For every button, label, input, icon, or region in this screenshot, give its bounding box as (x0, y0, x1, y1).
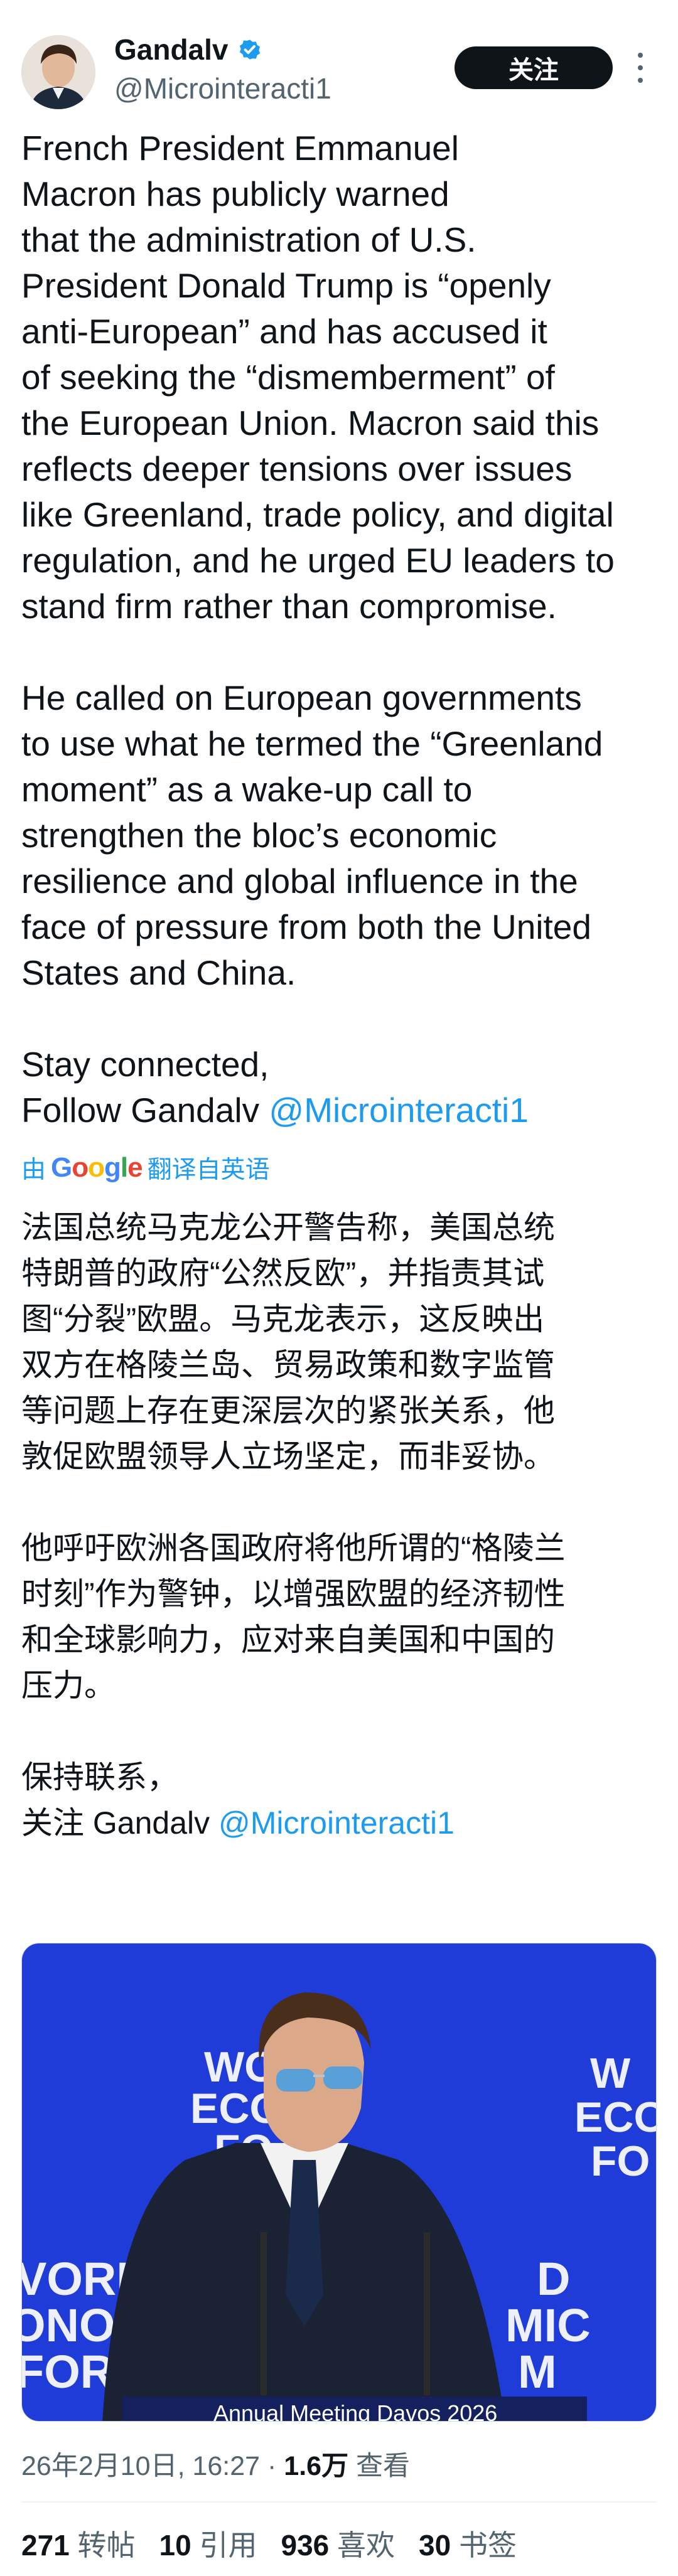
quotes-label: 引用 (199, 2529, 257, 2562)
avatar[interactable] (21, 35, 95, 109)
follow-line: Follow Gandalv @Microinteracti1 (21, 1088, 662, 1133)
zh-line: 敦促欧盟领导人立场坚定，而非妥协。 (21, 1439, 555, 1474)
tweet-paragraph-1: French President Emmanuel Macron has pub… (21, 129, 615, 626)
verified-badge-icon (239, 40, 260, 60)
zh-line: 图“分裂”欧盟。马克龙表示，这反映出 (21, 1301, 545, 1337)
google-logo: Google (51, 1152, 143, 1183)
avatar-image (21, 35, 95, 109)
quotes-stat[interactable]: 10 引用 (159, 2523, 257, 2564)
engagement-stats: 271 转帖 10 引用 936 喜欢 30 书签 (21, 2523, 517, 2564)
zh-line: 等问题上存在更深层次的紧张关系，他 (21, 1393, 555, 1428)
zh-stay-connected: 保持联系， (21, 1760, 178, 1795)
views-label: 查看 (348, 2451, 411, 2481)
follow-prefix: Follow Gandalv (21, 1091, 269, 1130)
zh-line: 特朗普的政府“公然反欧”，并指责其试 (21, 1256, 545, 1291)
more-options-icon[interactable] (634, 53, 647, 83)
svg-text:D: D (537, 2253, 570, 2305)
user-name[interactable]: Gandalv (114, 33, 229, 67)
zh-follow-prefix: 关注 Gandalv (21, 1805, 219, 1841)
translate-source-label: 翻译自英语 (147, 1157, 270, 1184)
svg-text:M: M (518, 2346, 557, 2398)
svg-text:FO: FO (591, 2137, 650, 2185)
zh-follow-line: 关注 Gandalv @Microinteracti1 (21, 1800, 662, 1846)
follow-button[interactable]: 关注 (455, 46, 613, 89)
translate-by-label: 由 (21, 1157, 46, 1184)
svg-text:MIC: MIC (505, 2299, 591, 2351)
bookmarks-count: 30 (419, 2529, 451, 2562)
bookmarks-stat[interactable]: 30 书签 (419, 2523, 517, 2564)
retweets-label: 转帖 (77, 2529, 136, 2562)
tweet-header: Gandalv @Microinteracti1 关注 (0, 0, 678, 126)
tweet-text: French President Emmanuel Macron has pub… (21, 126, 662, 1133)
likes-stat[interactable]: 936 喜欢 (281, 2523, 395, 2564)
quotes-count: 10 (159, 2529, 191, 2562)
translated-text: 法国总统马克龙公开警告称，美国总统 特朗普的政府“公然反欧”，并指责其试 图“分… (21, 1205, 662, 1846)
zh-mention-link[interactable]: @Microinteracti1 (218, 1805, 455, 1841)
tweet-media-photo[interactable]: WORL ECONO FO W ECO FO VORL ONOM FORU D … (21, 1943, 657, 2422)
retweets-count: 271 (21, 2529, 70, 2562)
translated-by-google[interactable]: 由 Google 翻译自英语 (21, 1150, 270, 1185)
zh-line: 时刻”作为警钟，以增强欧盟的经济韧性 (21, 1576, 566, 1611)
retweets-stat[interactable]: 271 转帖 (21, 2523, 136, 2564)
views-count: 1.6万 (284, 2451, 349, 2481)
zh-line: 和全球影响力，应对来自美国和中国的 (21, 1622, 555, 1657)
tweet-meta: 26年2月10日, 16:27 · 1.6万 查看 (21, 2444, 410, 2483)
media-banner-text: Annual Meeting Davos 2026 (213, 2400, 498, 2422)
bookmarks-label: 书签 (458, 2529, 517, 2562)
tweet-timestamp[interactable]: 26年2月10日, 16:27 · (21, 2451, 284, 2481)
tweet-paragraph-2: He called on European governments to use… (21, 678, 603, 992)
likes-label: 喜欢 (337, 2529, 396, 2562)
zh-line: 他呼吁欧洲各国政府将他所谓的“格陵兰 (21, 1531, 566, 1566)
svg-text:ECO: ECO (574, 2093, 657, 2141)
mention-link[interactable]: @Microinteracti1 (269, 1091, 528, 1130)
zh-line: 法国总统马克龙公开警告称，美国总统 (21, 1210, 555, 1245)
user-name-row: Gandalv (114, 33, 264, 67)
user-handle[interactable]: @Microinteracti1 (114, 72, 331, 105)
likes-count: 936 (281, 2529, 330, 2562)
zh-line: 压力。 (21, 1668, 116, 1703)
media-image: WORL ECONO FO W ECO FO VORL ONOM FORU D … (22, 1943, 657, 2421)
svg-text:W: W (590, 2050, 631, 2097)
divider (21, 2501, 657, 2503)
tweet-paragraph-3: Stay connected, (21, 1045, 269, 1084)
zh-line: 双方在格陵兰岛、贸易政策和数字监管 (21, 1347, 555, 1382)
